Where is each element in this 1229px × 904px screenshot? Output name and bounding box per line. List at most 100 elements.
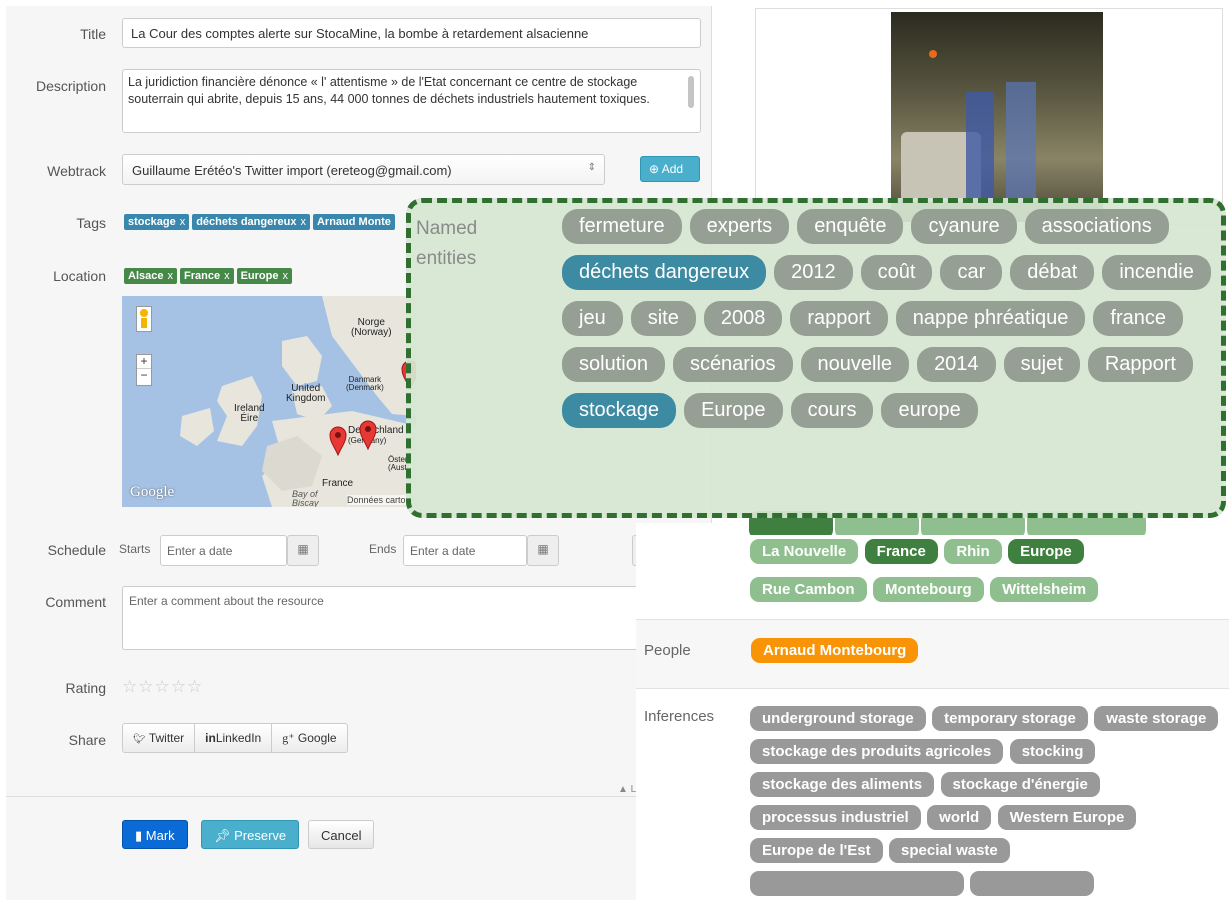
inference-tag[interactable]: Western Europe (997, 805, 1137, 830)
place-tag[interactable]: Europe (1008, 539, 1084, 564)
named-entity-tag[interactable]: europe (881, 393, 978, 428)
place-tag[interactable]: Wittelsheim (990, 577, 1099, 602)
named-entity-tag[interactable]: coût (860, 255, 933, 290)
zoom-in-button[interactable]: + (137, 355, 151, 368)
named-entity-tag[interactable]: france (1093, 301, 1183, 336)
map-marker-icon[interactable] (358, 418, 378, 450)
remove-tag-icon[interactable]: x (180, 216, 186, 228)
named-entity-tag[interactable]: solution (562, 347, 665, 382)
pegman-icon[interactable] (136, 306, 152, 332)
named-entity-tag[interactable]: rapport (790, 301, 888, 336)
location-chip[interactable]: Alsace x (124, 268, 177, 284)
star-icon[interactable]: ☆ (155, 677, 171, 696)
remove-location-icon[interactable]: x (224, 270, 230, 282)
people-label: People (644, 642, 691, 659)
comment-textarea[interactable]: Enter a comment about the resource (122, 586, 642, 650)
inference-tag[interactable]: waste storage (1094, 706, 1219, 731)
named-entity-tag[interactable]: déchets dangereux (562, 255, 767, 290)
scrollbar-thumb[interactable] (688, 76, 694, 108)
person-tag[interactable]: Arnaud Montebourg (751, 638, 919, 663)
preserve-button[interactable]: 📌︎ Preserve (201, 820, 300, 849)
named-entity-tag[interactable]: jeu (562, 301, 623, 336)
place-tag[interactable]: Montebourg (872, 577, 984, 602)
star-icon[interactable]: ☆ (187, 677, 203, 696)
inference-tag[interactable]: stockage d'énergie (940, 772, 1100, 797)
start-date-input[interactable]: Enter a date (160, 535, 287, 566)
inference-tag[interactable]: processus industriel (750, 805, 921, 830)
location-chip[interactable]: Europe x (236, 268, 292, 284)
map-text: (Norway) (351, 327, 392, 338)
inference-tag[interactable]: Europe de l'Est (750, 838, 883, 863)
location-label: Location (53, 268, 106, 284)
map-data-attribution[interactable]: Données carto (347, 495, 406, 505)
place-tag[interactable]: Rue Cambon (750, 577, 867, 602)
named-entity-tag[interactable]: enquête (797, 209, 904, 244)
share-twitter-button[interactable]: 🐦︎ Twitter (123, 724, 196, 752)
star-icon[interactable]: ☆ (171, 677, 187, 696)
named-entity-tag[interactable]: fermeture (562, 209, 682, 244)
end-date-input[interactable]: Enter a date (403, 535, 527, 566)
inference-tag[interactable]: stockage des aliments (750, 772, 935, 797)
twitter-icon: 🐦︎ (133, 734, 146, 745)
mark-button[interactable]: ▮ Mark (122, 820, 188, 849)
remove-location-icon[interactable]: x (167, 270, 173, 282)
photo-worker (966, 92, 994, 202)
location-map[interactable]: + − Norge (Norway) Danmark (Denmark) Unite… (122, 296, 416, 507)
named-entity-tag[interactable]: site (630, 301, 696, 336)
inference-tag[interactable]: temporary storage (932, 706, 1088, 731)
mine-photo[interactable] (891, 12, 1103, 222)
star-icon[interactable]: ☆ (122, 677, 138, 696)
inference-tag[interactable]: underground storage (750, 706, 926, 731)
cancel-button[interactable]: Cancel (308, 820, 375, 849)
tag-chip[interactable]: Arnaud Monte (312, 214, 395, 230)
starts-label: Starts (119, 542, 151, 556)
named-entity-tag[interactable]: 2012 (774, 255, 853, 290)
share-linkedin-button[interactable]: inLinkedIn (195, 724, 273, 752)
location-text: Europe (240, 270, 279, 282)
remove-tag-icon[interactable]: x (300, 216, 306, 228)
title-input[interactable]: La Cour des comptes alerte sur StocaMine… (122, 18, 701, 48)
remove-location-icon[interactable]: x (282, 270, 288, 282)
share-google-button[interactable]: g⁺ Google (272, 724, 346, 752)
named-entity-tag[interactable]: sujet (1003, 347, 1080, 382)
named-entity-tag[interactable]: 2008 (703, 301, 783, 336)
named-entity-tag[interactable]: stockage (562, 393, 677, 428)
inference-tag[interactable]: stocking (1009, 739, 1096, 764)
place-tag[interactable]: France (864, 539, 938, 564)
inference-tag[interactable]: world (927, 805, 992, 830)
star-icon[interactable]: ☆ (138, 677, 154, 696)
location-chip[interactable]: France x (179, 268, 234, 284)
named-entity-tag[interactable]: associations (1024, 209, 1169, 244)
inference-tag[interactable]: stockage des produits agricoles (750, 739, 1004, 764)
place-tag[interactable]: Rhin (944, 539, 1002, 564)
pin-icon: 📌︎ (214, 828, 231, 843)
zoom-out-button[interactable]: − (137, 368, 151, 382)
more-toggle-link[interactable]: ▲ L (618, 784, 636, 795)
named-entity-tag[interactable]: Rapport (1087, 347, 1193, 382)
named-entity-tag[interactable]: incendie (1102, 255, 1211, 290)
end-calendar-icon[interactable]: ▦ (527, 535, 559, 566)
named-entity-tag[interactable]: Europe (684, 393, 783, 428)
inference-tag[interactable]: special waste (889, 838, 1010, 863)
inference-tag-partial[interactable] (750, 871, 964, 896)
named-entity-tag[interactable]: experts (689, 209, 790, 244)
start-calendar-icon[interactable]: ▦ (287, 535, 319, 566)
add-button[interactable]: ⊕ Add (640, 156, 700, 182)
description-textarea[interactable]: La juridiction financière dénonce « l' a… (122, 69, 701, 133)
webtrack-select[interactable]: Guillaume Erétéo's Twitter import (erete… (122, 154, 605, 185)
tag-chip[interactable]: déchets dangereux x (192, 214, 310, 230)
inference-tag-partial[interactable] (970, 871, 1095, 896)
add-label: Add (661, 162, 684, 176)
named-entity-tag[interactable]: cyanure (911, 209, 1017, 244)
named-entity-tag[interactable]: nouvelle (800, 347, 910, 382)
tag-chip[interactable]: stockage x (124, 214, 190, 230)
named-entity-tag[interactable]: débat (1010, 255, 1095, 290)
map-marker-icon[interactable] (328, 424, 348, 456)
named-entity-tag[interactable]: scénarios (672, 347, 793, 382)
named-entity-tag[interactable]: car (940, 255, 1003, 290)
location-text: France (183, 270, 221, 282)
named-entity-tag[interactable]: 2014 (917, 347, 996, 382)
named-entity-tag[interactable]: nappe phréatique (895, 301, 1086, 336)
named-entity-tag[interactable]: cours (790, 393, 874, 428)
place-tag[interactable]: La Nouvelle (750, 539, 859, 564)
